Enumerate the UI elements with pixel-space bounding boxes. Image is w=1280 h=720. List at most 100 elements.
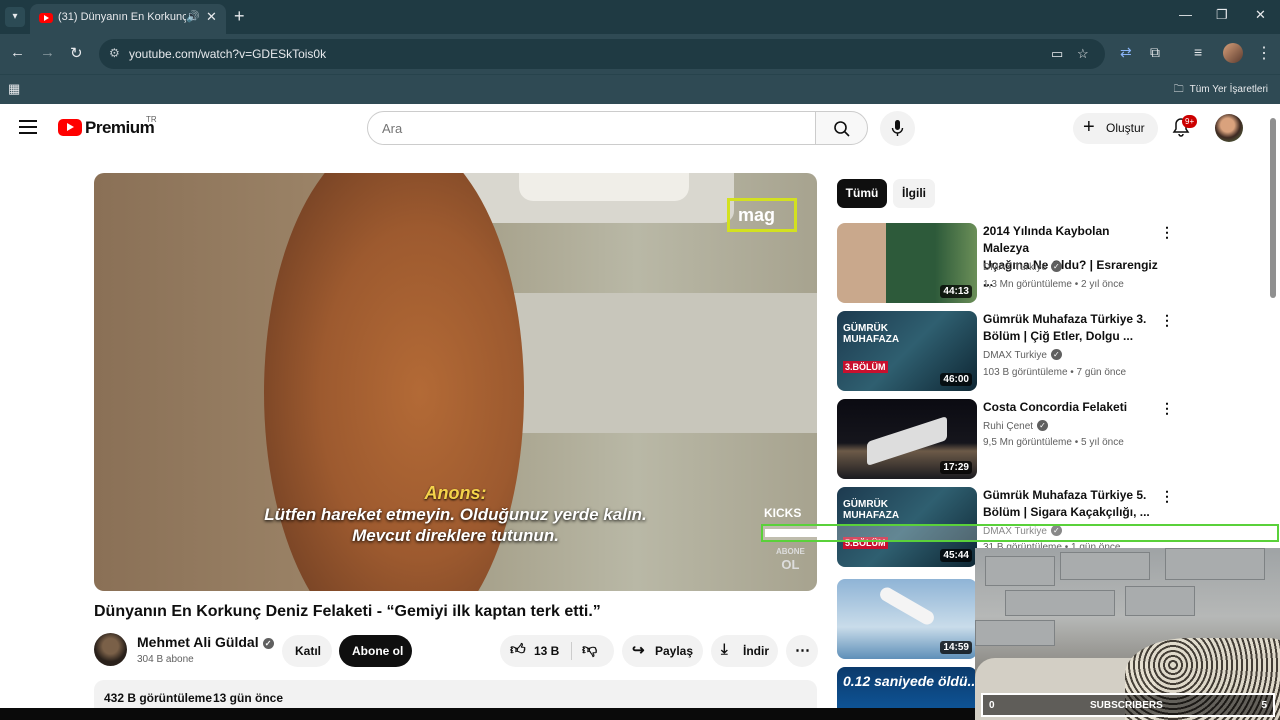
dislike-icon[interactable]: 👎︎ xyxy=(582,641,597,659)
chip-related[interactable]: İlgili xyxy=(893,179,935,208)
stone-tile xyxy=(1125,586,1195,616)
address-bar[interactable]: ⚙ youtube.com/watch?v=GDESkTois0k ▭ ☆ xyxy=(99,39,1105,69)
rec-channel-name: Ruhi Çenet xyxy=(983,421,1034,432)
sub-goal-bar xyxy=(761,524,1279,542)
page-scrollbar[interactable] xyxy=(1270,118,1276,298)
video-player[interactable]: mag Anons: Lütfen hareket etmeyin. Olduğ… xyxy=(94,173,817,591)
stone-tile xyxy=(975,620,1055,646)
restore-icon[interactable]: ❐ xyxy=(1216,7,1228,23)
apps-grid-icon[interactable]: ▦ xyxy=(8,81,20,97)
tab-title: (31) Dünyanın En Korkunç D xyxy=(58,11,186,23)
channel-name-text[interactable]: Mehmet Ali Güldal xyxy=(137,634,259,650)
video-frame-shade xyxy=(519,173,689,201)
rec-duration: 17:29 xyxy=(940,461,972,474)
rec-title-line: Gümrük Muhafaza Türkiye 5. xyxy=(983,488,1147,502)
youtube-logo-icon[interactable] xyxy=(58,119,82,136)
new-tab-icon[interactable]: + xyxy=(234,6,245,27)
subscribers-goal: 5 xyxy=(1261,700,1267,711)
like-icon[interactable]: 👍︎ xyxy=(510,641,526,659)
browser-toolbar: ← → ↻ ⚙ youtube.com/watch?v=GDESkTois0k … xyxy=(0,34,1280,74)
rec-thumbnail[interactable]: 44:13 xyxy=(837,223,977,303)
all-bookmarks-label: Tüm Yer İşaretleri xyxy=(1189,84,1268,95)
stone-tile xyxy=(1005,590,1115,616)
like-count[interactable]: 13 B xyxy=(534,644,559,658)
url-text[interactable]: youtube.com/watch?v=GDESkTois0k xyxy=(129,47,326,61)
channel-name[interactable]: Mehmet Ali Güldal ✓ xyxy=(137,634,274,650)
plus-icon: + xyxy=(1083,116,1095,138)
rec-channel[interactable]: Ruhi Çenet ✓ xyxy=(983,420,1049,432)
share-icon: ↪ xyxy=(632,642,645,659)
rec-title-line: 2014 Yılında Kaybolan Malezya xyxy=(983,224,1110,255)
rec-duration: 45:44 xyxy=(940,549,972,562)
rec-thumb-text: GÜMRÜK MUHAFAZA xyxy=(843,323,900,345)
window-close-icon[interactable]: ✕ xyxy=(1255,7,1266,23)
rec-title-line: Gümrük Muhafaza Türkiye 3. xyxy=(983,312,1147,326)
rec-menu-icon[interactable]: ⋮ xyxy=(1160,488,1174,505)
subscribe-watermark: ABONE OL xyxy=(776,547,805,573)
reading-list-icon[interactable]: ≡ xyxy=(1194,44,1202,60)
rec-duration: 46:00 xyxy=(940,373,972,386)
download-button[interactable]: ⤓ İndir xyxy=(711,635,778,667)
close-tab-icon[interactable]: ✕ xyxy=(206,9,217,25)
search-button[interactable] xyxy=(815,111,868,145)
speaker-icon[interactable]: 🔊 xyxy=(186,10,200,23)
rec-meta: 9,5 Mn görüntüleme • 5 yıl önce xyxy=(983,437,1124,448)
verified-check-icon: ✓ xyxy=(262,638,274,649)
chip-all[interactable]: Tümü xyxy=(837,179,887,208)
subscribe-button[interactable]: Abone ol xyxy=(339,635,412,667)
browser-menu-icon[interactable]: ⋮ xyxy=(1256,43,1272,63)
sub-goal-counter: 115 / 1000 xyxy=(1208,508,1260,520)
rec-thumbnail[interactable]: 14:59 xyxy=(837,579,977,659)
rec-menu-icon[interactable]: ⋮ xyxy=(1160,312,1174,329)
rec-title-line: Bölüm | Sigara Kaçakçılığı, ... xyxy=(983,505,1150,519)
all-bookmarks[interactable]: 🗀 Tüm Yer İşaretleri xyxy=(1168,82,1268,99)
rec-title[interactable]: Gümrük Muhafaza Türkiye 5. Bölüm | Sigara… xyxy=(983,487,1158,521)
more-actions-button[interactable]: ⋯ xyxy=(786,635,818,667)
back-icon[interactable]: ← xyxy=(10,44,25,61)
search-box[interactable] xyxy=(367,111,816,145)
extensions-icon[interactable]: ⧉ xyxy=(1150,44,1160,61)
cast-icon[interactable]: ▭ xyxy=(1051,46,1063,62)
rec-channel[interactable]: DMAX Turkiye ✓ xyxy=(983,261,1062,273)
bookmark-star-icon[interactable]: ☆ xyxy=(1077,46,1089,62)
rec-menu-icon[interactable]: ⋮ xyxy=(1160,224,1174,241)
tab-search-icon[interactable]: ▾ xyxy=(5,7,25,27)
rec-channel[interactable]: DMAX Turkiye ✓ xyxy=(983,349,1062,361)
active-tab[interactable]: (31) Dünyanın En Korkunç D 🔊 ✕ xyxy=(30,4,226,34)
subscribe-label: Abone ol xyxy=(352,644,404,658)
abone-top: ABONE xyxy=(776,547,805,556)
guide-menu-icon[interactable] xyxy=(19,120,37,134)
folder-icon: 🗀 xyxy=(1173,84,1184,95)
subscribers-label: SUBSCRIBERS xyxy=(1090,700,1163,711)
subscribers-bar: 0 SUBSCRIBERS 5 xyxy=(981,693,1275,717)
account-avatar[interactable] xyxy=(1215,114,1243,142)
site-info-icon[interactable]: ⚙ xyxy=(109,46,120,60)
rec-menu-icon[interactable]: ⋮ xyxy=(1160,400,1174,417)
rec-title[interactable]: Costa Concordia Felaketi xyxy=(983,399,1158,416)
rec-thumbnail[interactable]: 17:29 xyxy=(837,399,977,479)
join-button[interactable]: Katıl xyxy=(282,635,332,667)
translate-icon[interactable]: ⇄ xyxy=(1120,44,1132,61)
search-icon xyxy=(834,121,850,137)
rec-title[interactable]: Gümrük Muhafaza Türkiye 3. Bölüm | Çiğ Et… xyxy=(983,311,1158,345)
reload-icon[interactable]: ↻ xyxy=(70,44,83,62)
share-button[interactable]: ↪ Paylaş xyxy=(622,635,703,667)
subtitle-line-2: Mevcut direklere tutunun. xyxy=(352,526,559,545)
channel-subscribers: 304 B abone xyxy=(137,654,194,665)
search-input[interactable] xyxy=(382,118,802,138)
share-label: Paylaş xyxy=(655,644,694,658)
download-label: İndir xyxy=(743,644,769,658)
youtube-brand[interactable]: Premium xyxy=(85,118,155,138)
profile-avatar[interactable] xyxy=(1223,43,1243,63)
channel-avatar[interactable] xyxy=(94,633,127,666)
rec-thumbnail[interactable]: GÜMRÜK MUHAFAZA 3.BÖLÜM 46:00 xyxy=(837,311,977,391)
more-horizontal-icon: ⋯ xyxy=(795,642,810,659)
voice-search-button[interactable] xyxy=(880,111,915,146)
create-button[interactable]: + Oluştur xyxy=(1073,113,1158,144)
rec-thumb-episode: 3.BÖLÜM xyxy=(843,361,888,373)
minimize-icon[interactable]: — xyxy=(1179,7,1192,22)
bottom-strip xyxy=(0,708,975,720)
view-count: 432 B görüntüleme xyxy=(104,691,213,705)
forward-icon[interactable]: → xyxy=(40,44,55,61)
rec-channel-name: DMAX Turkiye xyxy=(983,350,1047,361)
